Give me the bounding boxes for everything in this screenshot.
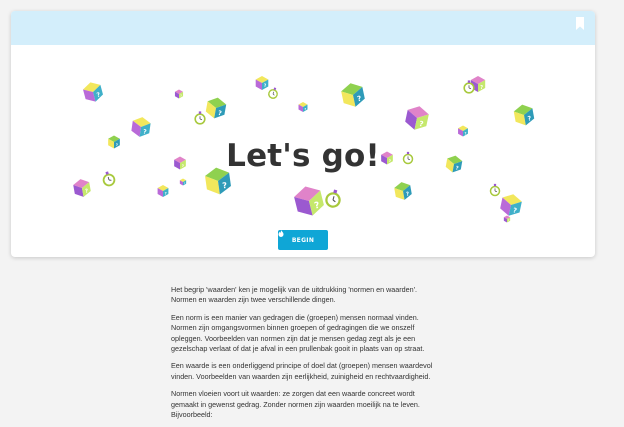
question-cube-icon [512, 103, 536, 127]
begin-button[interactable]: BEGIN [278, 230, 328, 250]
question-cube-icon [130, 115, 152, 139]
question-cube-icon [179, 178, 187, 186]
lesson-text: Het begrip 'waarden' ken je mogelijk van… [171, 285, 437, 427]
lesson-card: ? ? ? Let's go! BEGIN [11, 11, 595, 257]
question-cube-icon [298, 102, 308, 112]
stopwatch-icon [489, 183, 501, 197]
question-cube-icon [292, 183, 326, 219]
question-cube-icon [174, 89, 184, 99]
bookmark-icon[interactable] [575, 17, 585, 31]
question-cube-icon [403, 104, 431, 132]
question-cube-icon [81, 80, 105, 104]
question-cube-icon [255, 76, 269, 90]
question-cube-icon [503, 215, 511, 223]
card-header [11, 11, 595, 45]
paragraph: Het begrip 'waarden' ken je mogelijk van… [171, 285, 418, 305]
paragraph: Een norm is een manier van gedragen die … [171, 312, 425, 354]
paragraph: Een waarde is een onderliggend principe … [171, 361, 433, 381]
question-cube-icon [204, 96, 228, 120]
question-cube-icon [72, 177, 92, 199]
question-cube-icon [339, 81, 367, 109]
flame-icon [278, 230, 284, 237]
stopwatch-icon [266, 85, 280, 101]
hero-title: Let's go! [226, 138, 380, 174]
question-cube-icon [393, 180, 413, 202]
stopwatch-icon [194, 110, 206, 125]
stopwatch-icon [323, 187, 344, 210]
begin-label: BEGIN [291, 236, 315, 244]
paragraph: Normen vloeien voort uit waarden: ze zor… [171, 389, 420, 420]
question-cube-icon [157, 185, 169, 197]
question-cube-icon [458, 125, 468, 137]
question-cube-icon [499, 192, 523, 218]
hero-illustration: ? ? ? Let's go! BEGIN [11, 45, 595, 257]
